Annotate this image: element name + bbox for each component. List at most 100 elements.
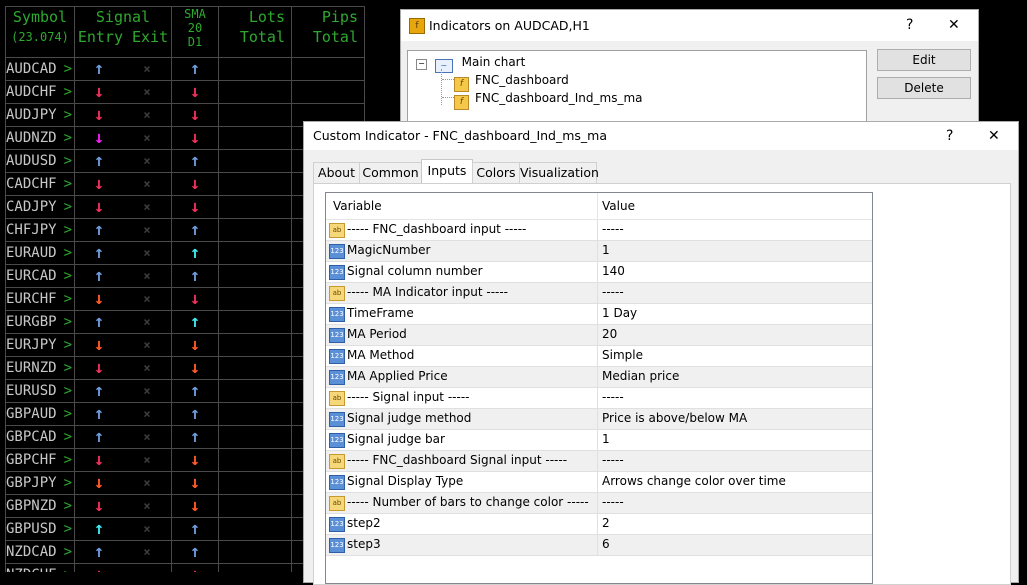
input-row[interactable]: ab ----- MA Indicator input ----- -----	[326, 283, 872, 304]
number-type-icon: 123	[329, 475, 345, 490]
input-row[interactable]: 123 MagicNumber 1	[326, 241, 872, 262]
help-button[interactable]: ?	[946, 122, 953, 150]
input-value[interactable]: 20	[597, 325, 617, 345]
input-value[interactable]: Arrows change color over time	[597, 472, 786, 492]
collapse-icon[interactable]: −	[416, 59, 427, 70]
help-button[interactable]: ?	[906, 10, 913, 41]
input-value[interactable]: -----	[597, 451, 624, 471]
input-value[interactable]: 140	[597, 262, 625, 282]
row-pointer: >	[63, 107, 72, 123]
delete-button[interactable]: Delete	[877, 77, 971, 99]
symbol-label: AUDNZD	[6, 130, 57, 146]
input-variable-name: MagicNumber	[347, 243, 431, 257]
lots-cell	[218, 149, 292, 173]
signal-cell: ↓×	[74, 195, 172, 219]
string-type-icon: ab	[329, 391, 345, 406]
signal-cell: ↑ ×	[74, 379, 172, 403]
input-value[interactable]: -----	[597, 388, 624, 408]
signal-cell: ↓×	[74, 356, 172, 380]
close-icon[interactable]: ✕	[948, 10, 960, 41]
input-row[interactable]: ab ----- Number of bars to change color -…	[326, 493, 872, 514]
sma-header: SMA 20 D1	[171, 6, 219, 58]
input-value[interactable]: Price is above/below MA	[597, 409, 747, 429]
input-row[interactable]: 123 MA Method Simple	[326, 346, 872, 367]
input-value[interactable]: -----	[597, 220, 624, 240]
signal-cell: ↑ ×	[74, 57, 172, 81]
tab-about[interactable]: About	[313, 162, 360, 183]
input-row[interactable]: 123 Signal Display Type Arrows change colo…	[326, 472, 872, 493]
tab-common[interactable]: Common	[359, 162, 422, 183]
input-row[interactable]: ab ----- FNC_dashboard input ----- -----	[326, 220, 872, 241]
exit-marker-icon: ×	[143, 384, 151, 398]
signal-cell: ↓×	[74, 172, 172, 196]
input-value[interactable]: 1	[597, 241, 610, 261]
sma-arrow-icon: ↓	[189, 450, 201, 470]
input-row[interactable]: ab ----- FNC_dashboard Signal input -----…	[326, 451, 872, 472]
number-type-icon: 123	[329, 433, 345, 448]
number-type-icon: 123	[329, 412, 345, 427]
input-row[interactable]: 123 Signal judge method Price is above/bel…	[326, 409, 872, 430]
row-pointer: >	[63, 291, 72, 307]
input-variable-name: MA Applied Price	[347, 369, 448, 383]
entry-arrow-icon: ↑	[93, 427, 105, 447]
input-row[interactable]: 123 TimeFrame 1 Day	[326, 304, 872, 325]
entry-arrow-icon: ↓	[93, 174, 105, 194]
input-row[interactable]: 123 step2 2	[326, 514, 872, 535]
input-row[interactable]: 123 step3 6	[326, 535, 872, 556]
sma-cell: ↑	[171, 517, 219, 541]
input-value[interactable]: 2	[597, 514, 610, 534]
lots-cell	[218, 287, 292, 311]
signal-cell: ↓×	[74, 471, 172, 495]
input-value[interactable]: Median price	[597, 367, 679, 387]
lots-cell	[218, 563, 292, 572]
edit-button[interactable]: Edit	[877, 49, 971, 71]
entry-arrow-icon: ↑	[93, 381, 105, 401]
lots-cell	[218, 241, 292, 265]
sma-header-line2: 20	[187, 21, 203, 35]
tab-visualization[interactable]: Visualization	[519, 162, 599, 183]
entry-arrow-icon: ↓	[93, 105, 105, 125]
sma-arrow-icon: ↓	[189, 358, 201, 378]
input-value[interactable]: -----	[597, 493, 624, 513]
variable-column-header[interactable]: Variable	[333, 193, 382, 219]
indicators-titlebar: f Indicators on AUDCAD,H1 ? ✕	[401, 10, 978, 41]
input-row[interactable]: 123 MA Period 20	[326, 325, 872, 346]
input-variable-name: ----- MA Indicator input -----	[347, 285, 509, 299]
signal-cell: ↑ ×	[74, 218, 172, 242]
tree-node-fnc-dashboard-ind-ms-ma[interactable]: f FNC_dashboard_Ind_ms_ma	[442, 89, 642, 110]
tab-inputs[interactable]: Inputs	[421, 159, 473, 184]
input-row[interactable]: ab ----- Signal input ----- -----	[326, 388, 872, 409]
entry-header: Entry	[77, 28, 123, 46]
input-value[interactable]: Simple	[597, 346, 643, 366]
row-pointer: >	[63, 521, 72, 537]
input-value[interactable]: 1 Day	[597, 304, 637, 324]
close-icon[interactable]: ✕	[988, 122, 1000, 150]
tree-node-main-chart[interactable]: − ~ Main chart	[416, 53, 526, 73]
symbol-label: EURUSD	[6, 383, 57, 399]
symbol-cell: EURCAD >	[5, 264, 75, 288]
signal-cell: ↑ ×	[74, 517, 172, 541]
symbol-label: GBPCHF	[6, 452, 57, 468]
sma-arrow-icon: ↑	[189, 312, 201, 332]
input-variable-name: step2	[347, 516, 381, 530]
sma-cell: ↑	[171, 264, 219, 288]
sma-arrow-icon: ↑	[189, 427, 201, 447]
input-value[interactable]: 1	[597, 430, 610, 450]
sma-arrow-icon: ↓	[189, 82, 201, 102]
lots-cell	[218, 356, 292, 380]
signal-cell: ↑ ×	[74, 310, 172, 334]
input-row[interactable]: 123 MA Applied Price Median price	[326, 367, 872, 388]
tree-item-label: FNC_dashboard	[475, 73, 569, 87]
tab-colors[interactable]: Colors	[472, 162, 520, 183]
value-column-header[interactable]: Value	[602, 193, 635, 219]
input-value[interactable]: -----	[597, 283, 624, 303]
sma-arrow-icon: ↓	[172, 564, 218, 572]
input-row[interactable]: 123 Signal judge bar 1	[326, 430, 872, 451]
symbol-cell: GBPNZD >	[5, 494, 75, 518]
input-value[interactable]: 6	[597, 535, 610, 555]
input-row[interactable]: 123 Signal column number 140	[326, 262, 872, 283]
sma-arrow-icon: ↑	[189, 243, 201, 263]
row-pointer: >	[63, 61, 72, 77]
tree-node-fnc-dashboard[interactable]: f FNC_dashboard	[442, 71, 569, 92]
tree-root-label: Main chart	[461, 55, 526, 69]
